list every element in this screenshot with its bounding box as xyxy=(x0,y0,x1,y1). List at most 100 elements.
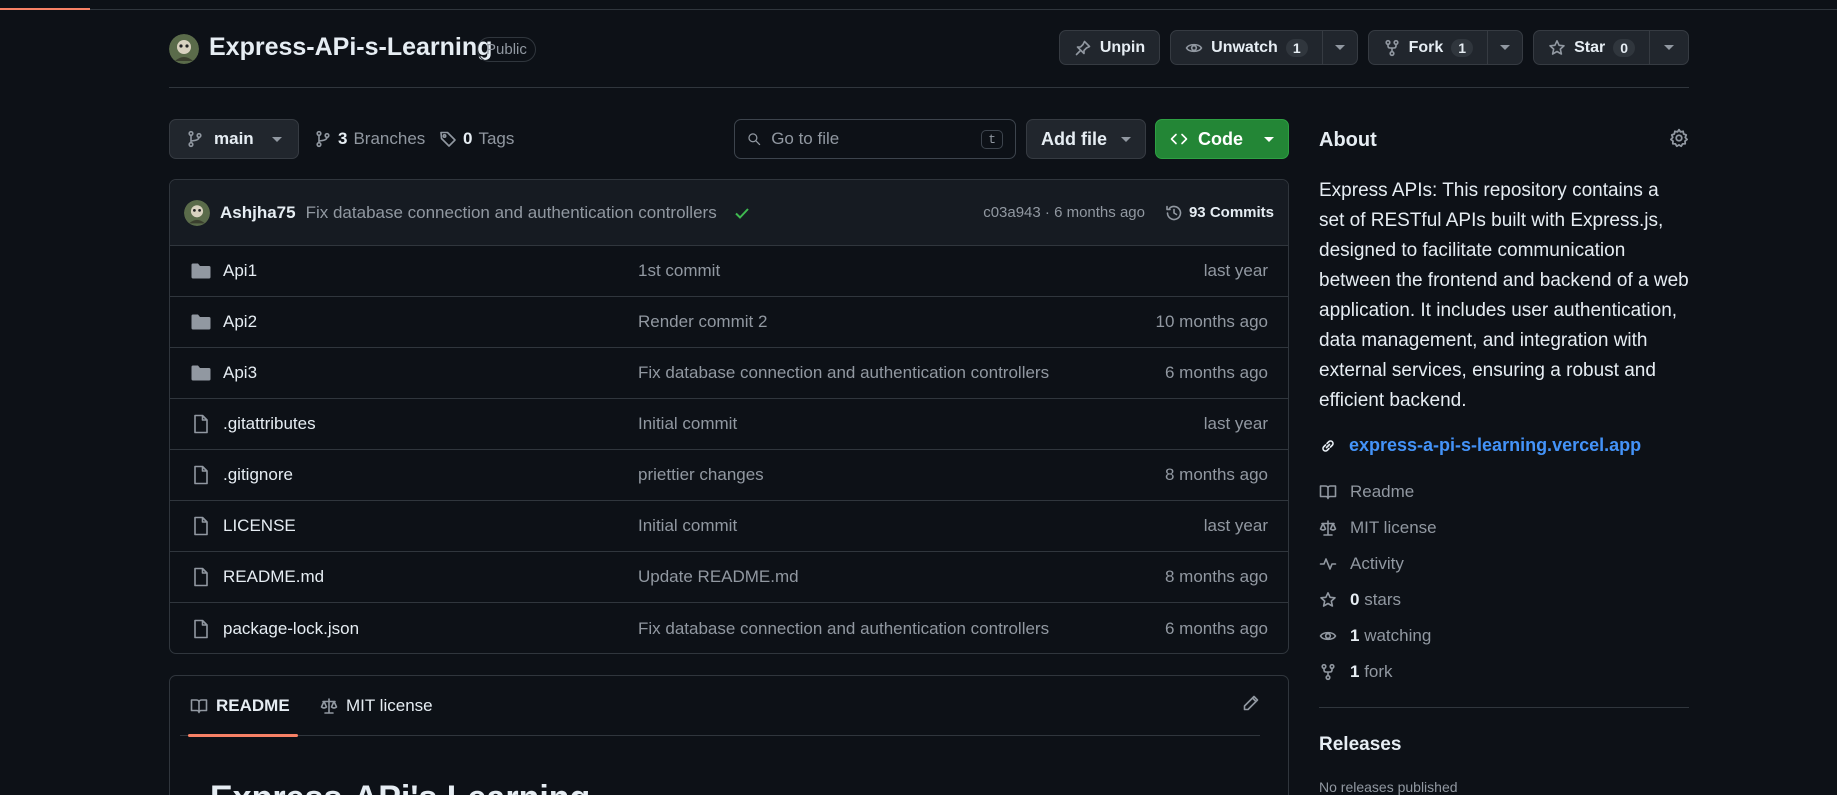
file-commit-date: last year xyxy=(1203,414,1268,433)
sidebar-divider xyxy=(1319,707,1689,708)
repo-name-link[interactable]: Express-APi-s-Learning xyxy=(209,33,492,62)
license-link[interactable]: MIT license xyxy=(1319,510,1437,546)
fork-icon xyxy=(1321,663,1335,681)
file-name-link[interactable]: .gitignore xyxy=(223,465,638,485)
edit-about-button[interactable] xyxy=(1669,128,1689,148)
commit-author-link[interactable]: Ashjha75 xyxy=(220,203,296,223)
file-commit-message-link[interactable]: Fix database connection and authenticati… xyxy=(638,619,1165,639)
repo-actions: Unpin Unwatch 1 Fork 1 Star 0 xyxy=(1058,30,1689,65)
chevron-down-icon xyxy=(1121,136,1131,142)
file-name-link[interactable]: package-lock.json xyxy=(223,619,638,639)
pin-icon xyxy=(1075,40,1091,55)
branch-name: main xyxy=(214,129,254,148)
readme-panel: README MIT license Express-APi's Learnin… xyxy=(169,675,1289,795)
star-dropdown[interactable] xyxy=(1649,31,1688,64)
watch-button[interactable]: Unwatch 1 xyxy=(1170,30,1358,65)
file-row[interactable]: Api3 Fix database connection and authenti… xyxy=(170,348,1288,399)
tab-readme[interactable]: README xyxy=(188,676,298,737)
edit-readme-button[interactable] xyxy=(1242,694,1260,712)
code-icon xyxy=(1170,133,1188,145)
watching-count: 1 xyxy=(1350,626,1360,645)
file-list: Ashjha75 Fix database connection and aut… xyxy=(169,179,1289,654)
file-rows: Api1 1st commit last year Api2 Render commit… xyxy=(170,246,1288,653)
star-label: Star xyxy=(1574,38,1606,56)
commits-history-link[interactable]: 93 Commits xyxy=(1165,204,1274,222)
file-commit-message-link[interactable]: Fix database connection and authenticati… xyxy=(638,363,1165,383)
stars-link[interactable]: 0 stars xyxy=(1319,582,1437,618)
tags-count: 0 xyxy=(463,129,473,148)
latest-commit-bar: Ashjha75 Fix database connection and aut… xyxy=(170,180,1288,246)
file-commit-message-link[interactable]: Initial commit xyxy=(638,414,1204,434)
file-name-link[interactable]: LICENSE xyxy=(223,516,638,536)
file-icon xyxy=(190,465,212,485)
tags-link[interactable]: 0 Tags xyxy=(439,119,514,159)
tab-license[interactable]: MIT license xyxy=(320,676,433,736)
file-icon xyxy=(190,516,212,536)
scale-icon xyxy=(1319,520,1337,536)
add-file-label: Add file xyxy=(1041,128,1107,149)
file-name-link[interactable]: .gitattributes xyxy=(223,414,638,434)
branch-icon xyxy=(188,130,202,148)
fork-dropdown[interactable] xyxy=(1487,31,1522,64)
owner-avatar[interactable] xyxy=(169,34,199,64)
star-counter: 0 xyxy=(1613,38,1635,57)
file-commit-message-link[interactable]: priettier changes xyxy=(638,465,1165,485)
file-name-link[interactable]: Api1 xyxy=(223,261,638,281)
file-row[interactable]: .gitignore priettier changes 8 months ago xyxy=(170,450,1288,501)
file-commit-message-link[interactable]: 1st commit xyxy=(638,261,1204,281)
branch-icon xyxy=(316,130,330,148)
readme-tabs: README MIT license xyxy=(180,676,1260,737)
search-icon xyxy=(748,133,761,146)
go-to-file-search[interactable]: t xyxy=(734,119,1016,159)
fork-label: Fork xyxy=(1408,38,1444,56)
file-commit-message-link[interactable]: Update README.md xyxy=(638,567,1165,587)
star-icon xyxy=(1320,592,1336,607)
stars-count: 0 xyxy=(1350,590,1360,609)
visibility-badge: Public xyxy=(477,37,536,62)
file-name-link[interactable]: README.md xyxy=(223,567,638,587)
file-commit-date: last year xyxy=(1203,261,1268,280)
stars-label: stars xyxy=(1364,590,1402,609)
about-stats: Readme MIT license Activity 0 stars 1 wa… xyxy=(1319,474,1437,690)
unpin-button[interactable]: Unpin xyxy=(1058,30,1161,65)
readme-link[interactable]: Readme xyxy=(1319,474,1437,510)
check-icon[interactable] xyxy=(733,204,751,222)
tab-readme-label: README xyxy=(216,696,290,715)
commits-count-label: 93 Commits xyxy=(1188,204,1274,221)
file-commit-message-link[interactable]: Initial commit xyxy=(638,516,1204,536)
homepage-link[interactable]: express-a-pi-s-learning.vercel.app xyxy=(1319,435,1641,456)
file-commit-date: 8 months ago xyxy=(1164,567,1268,586)
activity-link[interactable]: Activity xyxy=(1319,546,1437,582)
file-row[interactable]: Api2 Render commit 2 10 months ago xyxy=(170,297,1288,348)
file-row[interactable]: package-lock.json Fix database connection… xyxy=(170,603,1288,653)
watch-label: Unwatch xyxy=(1211,38,1278,56)
author-avatar[interactable] xyxy=(184,199,210,226)
file-commit-message-link[interactable]: Render commit 2 xyxy=(638,312,1156,332)
watching-link[interactable]: 1 watching xyxy=(1319,618,1437,654)
star-button[interactable]: Star 0 xyxy=(1533,30,1689,65)
file-name-link[interactable]: Api2 xyxy=(223,312,638,332)
top-nav-border xyxy=(0,0,1837,10)
file-row[interactable]: LICENSE Initial commit last year xyxy=(170,501,1288,552)
file-row[interactable]: Api1 1st commit last year xyxy=(170,246,1288,297)
star-icon xyxy=(1549,39,1565,55)
file-name-link[interactable]: Api3 xyxy=(223,363,638,383)
watch-dropdown[interactable] xyxy=(1321,31,1357,64)
file-commit-date: last year xyxy=(1203,516,1268,535)
file-row[interactable]: README.md Update README.md 8 months ago xyxy=(170,552,1288,603)
commit-message-link[interactable]: Fix database connection and authenticati… xyxy=(306,203,717,223)
code-button[interactable]: Code xyxy=(1155,119,1289,159)
releases-heading[interactable]: Releases xyxy=(1319,734,1401,756)
branch-select-button[interactable]: main xyxy=(169,119,299,159)
unpin-label: Unpin xyxy=(1099,38,1146,56)
about-heading: About xyxy=(1319,129,1377,151)
homepage-url: express-a-pi-s-learning.vercel.app xyxy=(1349,435,1642,455)
branches-link[interactable]: 3 Branches xyxy=(314,119,425,159)
file-row[interactable]: .gitattributes Initial commit last year xyxy=(170,399,1288,450)
fork-button[interactable]: Fork 1 xyxy=(1367,30,1524,65)
add-file-button[interactable]: Add file xyxy=(1026,119,1146,159)
forks-link[interactable]: 1 fork xyxy=(1319,654,1437,690)
chevron-down-icon xyxy=(271,136,282,142)
go-to-file-input[interactable] xyxy=(771,129,972,149)
commit-hash-time[interactable]: c03a943 · 6 months ago xyxy=(983,204,1145,221)
